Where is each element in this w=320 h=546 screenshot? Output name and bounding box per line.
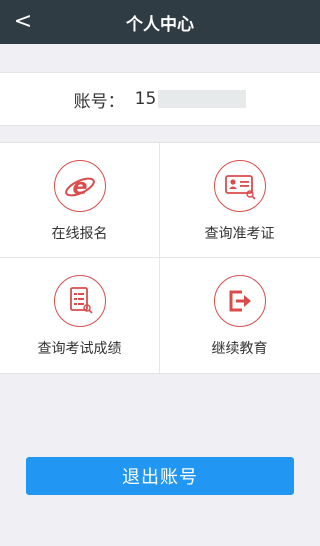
account-number: 15 [134, 89, 157, 109]
top-bar: < 个人中心 [0, 0, 320, 44]
account-label: 账号： [73, 91, 125, 112]
back-arrow-icon: < [13, 9, 33, 34]
logout-button[interactable]: 退出账号 [26, 457, 294, 495]
menu-label: 继续教育 [211, 341, 268, 357]
account-value: 15 [135, 89, 247, 109]
menu-item-exam-scores[interactable]: 查询考试成绩 [0, 258, 159, 372]
menu-item-admission-ticket[interactable]: 查询准考证 [160, 143, 319, 257]
menu-item-continuing-education[interactable]: 继续教育 [160, 258, 319, 372]
ie-logo-icon: e [53, 160, 106, 212]
account-row: 账号： 15 [0, 72, 320, 126]
score-report-icon [53, 275, 106, 327]
id-card-icon [213, 160, 266, 212]
menu-grid: e 在线报名 查询准考证 查询考试成绩 继续教育 [0, 142, 320, 374]
menu-label: 查询准考证 [204, 226, 275, 242]
page-title: 个人中心 [126, 14, 194, 35]
menu-label: 在线报名 [51, 226, 108, 242]
menu-item-online-registration[interactable]: e 在线报名 [0, 143, 159, 257]
exit-arrow-icon [213, 275, 266, 327]
account-mask [158, 90, 247, 108]
svg-text:e: e [72, 175, 87, 200]
menu-label: 查询考试成绩 [37, 341, 122, 357]
back-button[interactable]: < [6, 0, 40, 44]
